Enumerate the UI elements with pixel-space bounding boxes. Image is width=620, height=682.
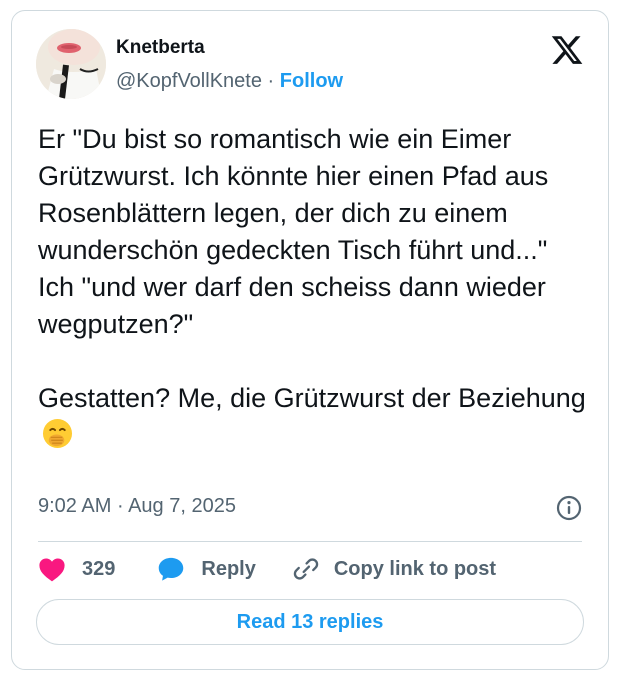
action-bar: 329 Reply Copy link to post (38, 551, 496, 587)
info-icon[interactable] (556, 495, 582, 521)
author-display-name[interactable]: Knetberta (116, 37, 205, 59)
copy-link-button[interactable]: Copy link to post (292, 555, 496, 583)
date-separator: · (116, 495, 124, 517)
avatar-image (36, 29, 106, 99)
tweet-body: Er "Du bist so romantisch wie ein Eimer … (38, 124, 586, 413)
tweet-timestamp[interactable]: 9:02 AM · Aug 7, 2025 (38, 495, 236, 518)
link-icon (293, 558, 319, 580)
face-with-hand-over-mouth-icon (42, 418, 73, 449)
avatar[interactable] (36, 29, 106, 99)
like-count: 329 (82, 557, 116, 580)
read-replies-button[interactable]: Read 13 replies (36, 599, 584, 645)
follow-button[interactable]: Follow (280, 70, 343, 92)
like-button[interactable]: 329 (38, 556, 115, 582)
divider (38, 541, 582, 542)
author-handle-line: @KopfVollKnete · Follow (116, 70, 343, 93)
author-handle[interactable]: @KopfVollKnete (116, 70, 262, 92)
read-replies-label: Read 13 replies (236, 610, 384, 633)
reply-button[interactable]: Reply (157, 556, 256, 582)
heart-icon (39, 558, 65, 582)
tweet-date: Aug 7, 2025 (128, 495, 236, 517)
tweet-text: Er "Du bist so romantisch wie ein Eimer … (38, 121, 594, 454)
copy-link-label: Copy link to post (333, 557, 497, 580)
tweet-card: Knetberta @KopfVollKnete · Follow Er "Du… (11, 10, 609, 670)
x-logo-icon[interactable] (550, 33, 584, 67)
handle-separator: · (267, 70, 275, 92)
tweet-time: 9:02 AM (38, 495, 112, 517)
speech-bubble-icon (159, 557, 184, 581)
reply-label: Reply (201, 557, 256, 580)
